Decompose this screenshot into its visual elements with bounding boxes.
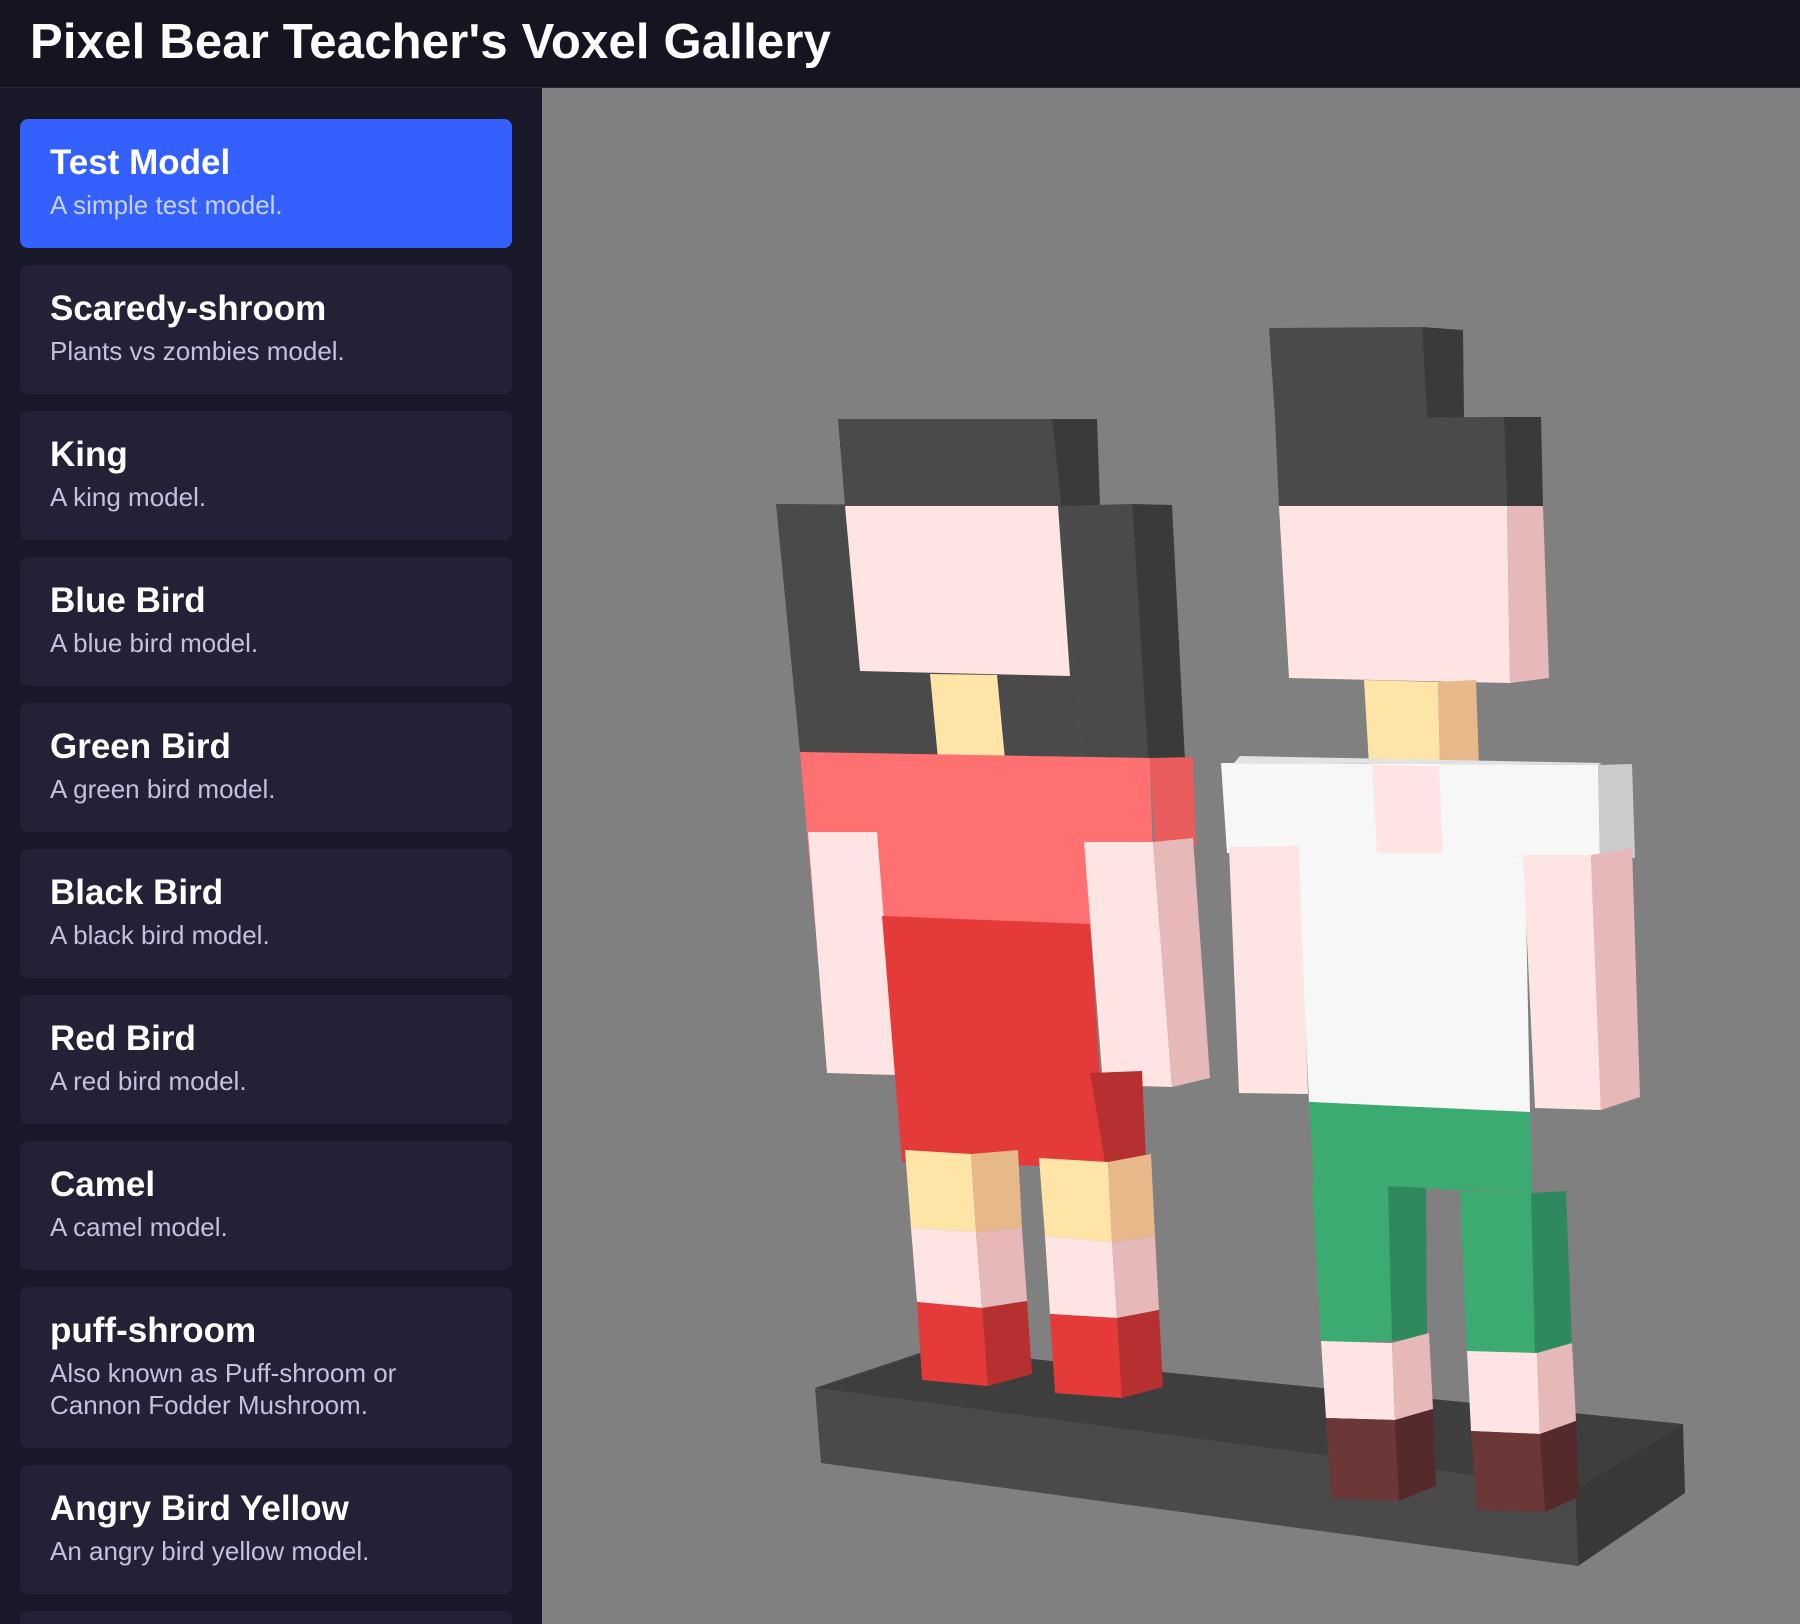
model-card-description: Also known as Puff-shroom or Cannon Fodd… bbox=[50, 1358, 397, 1420]
model-card-camel[interactable]: Camel A camel model. bbox=[20, 1141, 512, 1270]
model-card-description: A red bird model. bbox=[50, 1066, 247, 1096]
model-card-description: A black bird model. bbox=[50, 920, 270, 950]
model-card-king[interactable]: King A king model. bbox=[20, 411, 512, 540]
model-card-title: Green Bird bbox=[50, 727, 231, 766]
model-card-title: King bbox=[50, 435, 128, 474]
page-title: Pixel Bear Teacher's Voxel Gallery bbox=[30, 15, 832, 69]
model-card-title: Angry Bird Yellow bbox=[50, 1489, 349, 1528]
model-card-black-bird[interactable]: Black Bird A black bird model. bbox=[20, 849, 512, 978]
model-card-title: Scaredy-shroom bbox=[50, 289, 327, 328]
model-card-green-bird[interactable]: Green Bird A green bird model. bbox=[20, 703, 512, 832]
voxel-model-render bbox=[776, 327, 1685, 1566]
model-card-partial[interactable] bbox=[20, 1611, 512, 1624]
model-card-description: Plants vs zombies model. bbox=[50, 336, 345, 366]
model-card-title: Black Bird bbox=[50, 873, 224, 912]
model-card-scaredy-shroom[interactable]: Scaredy-shroom Plants vs zombies model. bbox=[20, 265, 512, 394]
model-card-description: A king model. bbox=[50, 482, 207, 512]
model-card-puff-shroom[interactable]: puff-shroom Also known as Puff-shroom or… bbox=[20, 1287, 512, 1448]
model-card-description: An angry bird yellow model. bbox=[50, 1536, 370, 1566]
model-card-description: A camel model. bbox=[50, 1212, 228, 1242]
model-card-title: Camel bbox=[50, 1165, 156, 1204]
model-card-description: A green bird model. bbox=[50, 774, 276, 804]
model-card-title: puff-shroom bbox=[50, 1311, 257, 1350]
model-card-test-model[interactable]: Test Model A simple test model. bbox=[20, 119, 512, 248]
model-card-title: Blue Bird bbox=[50, 581, 206, 620]
voxel-figure-girl bbox=[776, 419, 1210, 1398]
model-card-description: A simple test model. bbox=[50, 190, 283, 220]
model-list-sidebar[interactable]: Test Model A simple test model. Scaredy-… bbox=[0, 88, 542, 1624]
model-card-title: Test Model bbox=[50, 143, 231, 182]
model-card-red-bird[interactable]: Red Bird A red bird model. bbox=[20, 995, 512, 1124]
model-card-blue-bird[interactable]: Blue Bird A blue bird model. bbox=[20, 557, 512, 686]
model-card-title: Red Bird bbox=[50, 1019, 196, 1058]
voxel-figure-boy bbox=[1221, 327, 1640, 1512]
model-card-description: A blue bird model. bbox=[50, 628, 259, 658]
voxel-3d-viewport[interactable] bbox=[542, 88, 1800, 1624]
model-card-angry-bird-yellow[interactable]: Angry Bird Yellow An angry bird yellow m… bbox=[20, 1465, 512, 1594]
app-header: Pixel Bear Teacher's Voxel Gallery bbox=[0, 0, 1800, 88]
